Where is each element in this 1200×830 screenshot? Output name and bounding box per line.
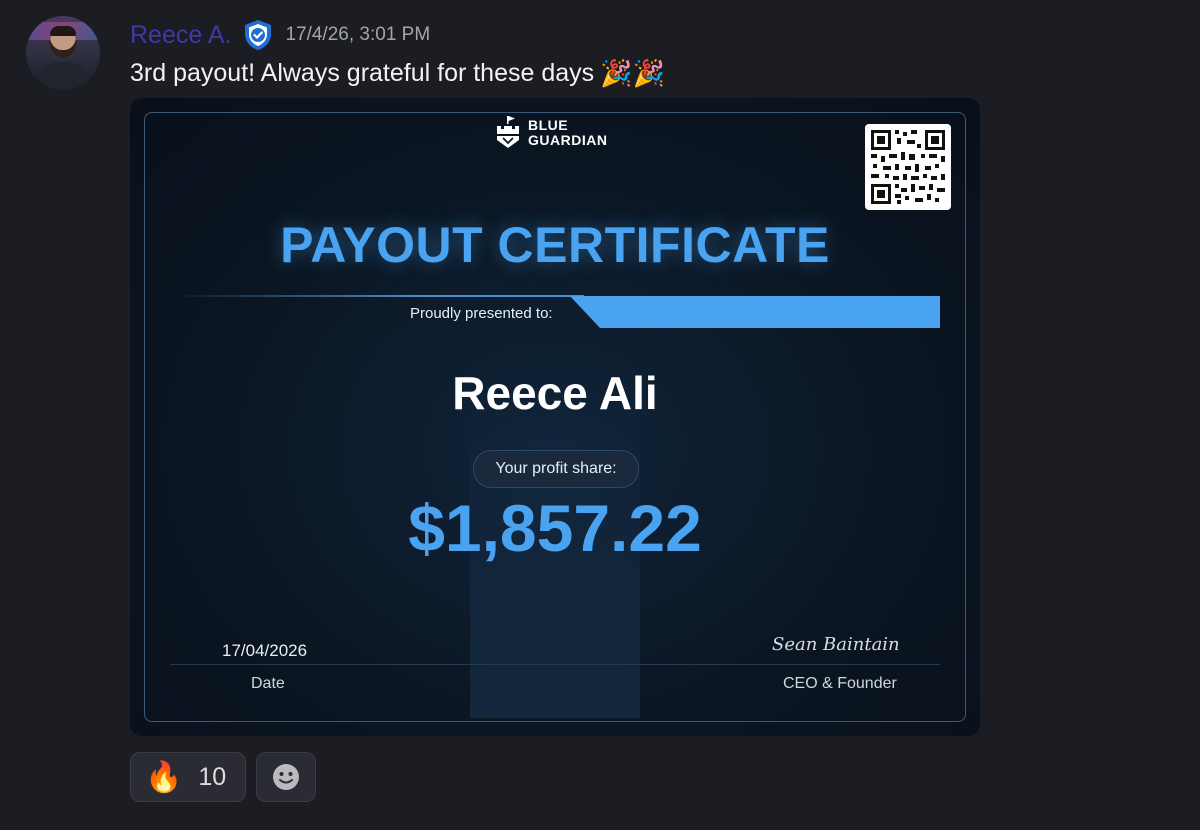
profit-share-label: Your profit share:: [473, 450, 639, 488]
accent-bar: [570, 296, 940, 328]
username[interactable]: Reece A.: [130, 21, 231, 50]
signature: Sean Baintain: [772, 634, 900, 655]
castle-logo-icon: [497, 116, 519, 148]
footer-divider: [170, 664, 940, 665]
blue-guardian-logo: BLUE GUARDIAN: [494, 116, 607, 150]
timestamp: 17/4/26, 3:01 PM: [285, 24, 431, 45]
reactions-bar: 🔥 10: [130, 752, 316, 802]
date-label: Date: [251, 675, 285, 692]
logo-line-2: GUARDIAN: [528, 132, 608, 148]
signer-title: CEO & Founder: [783, 675, 897, 692]
avatar[interactable]: [26, 16, 100, 90]
divider-line: [174, 295, 584, 297]
add-reaction-button[interactable]: [256, 752, 316, 802]
qr-code: [865, 124, 951, 210]
reaction-count: 10: [198, 762, 227, 791]
smiley-icon: [273, 764, 299, 790]
logo-line-1: BLUE: [528, 117, 569, 133]
verified-shield-icon: [245, 20, 272, 50]
certificate-image[interactable]: BLUE GUARDIAN PAYOUT CERTIFICATE Proudly…: [130, 98, 980, 736]
reaction-fire[interactable]: 🔥 10: [130, 752, 246, 802]
message-header: Reece A. 17/4/26, 3:01 PM: [130, 18, 430, 52]
fire-icon: 🔥: [145, 760, 183, 794]
party-emojis: 🎉🎉: [600, 58, 665, 88]
message-content: 3rd payout! Always grateful for these da…: [130, 58, 665, 89]
message-text: 3rd payout! Always grateful for these da…: [130, 59, 595, 87]
payout-amount: $1,857.22: [408, 491, 702, 565]
presented-label: Proudly presented to:: [410, 305, 553, 322]
certificate-title: PAYOUT CERTIFICATE: [280, 217, 830, 273]
certificate-date: 17/04/2026: [222, 641, 308, 660]
recipient-name: Reece Ali: [452, 367, 658, 419]
